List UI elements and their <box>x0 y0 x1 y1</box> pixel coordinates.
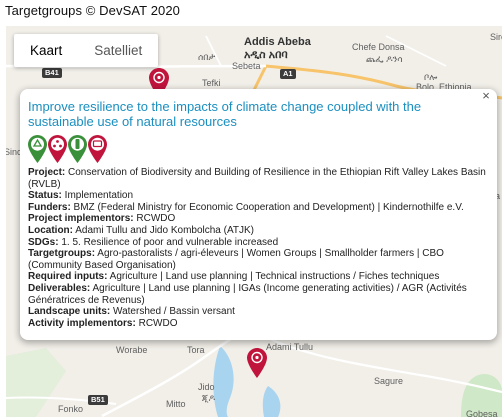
satellite-view-button[interactable]: Satelliet <box>78 34 158 67</box>
place-label: ሰበታ <box>198 52 216 62</box>
map-type-control: Kaart Satelliet <box>14 34 159 67</box>
road-shield-b51: B51 <box>88 395 108 405</box>
road-shield-b41: B41 <box>42 68 62 78</box>
page-title: Targetgroups © DevSAT 2020 <box>5 3 181 18</box>
place-label: Tefki <box>202 78 221 88</box>
field-landscape-units: Landscape units: Watershed / Bassin vers… <box>28 306 235 318</box>
place-label: Sebeta <box>232 61 261 71</box>
close-icon[interactable]: × <box>479 89 493 103</box>
chat-icon <box>88 135 107 163</box>
field-location: Location: Adami Tullu and Jido Kombolcha… <box>28 224 255 236</box>
category-icons <box>28 135 487 163</box>
community-icon <box>48 135 67 163</box>
place-label: Fonko <box>58 404 84 414</box>
place-label: Jido <box>198 382 215 392</box>
place-label: ጂዶ <box>202 393 216 403</box>
place-label: Mitto <box>166 399 186 409</box>
place-label: Worabe <box>116 345 148 355</box>
field-sdgs: SDGs: 1. 5. Resilience of poor and vulne… <box>28 236 279 248</box>
place-label: Gobesa <box>466 409 498 417</box>
place-label: Chefe Donsa <box>352 42 405 52</box>
map-marker[interactable] <box>247 348 267 378</box>
field-funders: Funders: BMZ (Federal Ministry for Econo… <box>28 201 464 213</box>
place-label: Addis Abeba <box>244 36 311 48</box>
info-fields: Project: Conservation of Biodiversity an… <box>28 167 487 329</box>
lake <box>262 386 281 417</box>
field-targetgroups: Targetgroups: Agro-pastoralists / agri-é… <box>28 248 444 271</box>
field-project: Project: Conservation of Biodiversity an… <box>28 167 486 190</box>
info-title: Improve resilience to the impacts of cli… <box>28 99 422 129</box>
road-shield-a1: A1 <box>280 69 296 79</box>
park-area <box>6 348 66 417</box>
field-status: Status: Implementation <box>28 190 134 202</box>
place-label: ቦሎ <box>424 72 438 82</box>
recycle-icon <box>28 135 47 163</box>
lake <box>213 346 234 417</box>
field-activity-implementors: Activity implementors: RCWDO <box>28 317 178 329</box>
place-label: Adami Tullu <box>266 342 314 352</box>
place-label: Sire <box>490 32 502 42</box>
traffic-light-icon <box>68 135 87 163</box>
place-label: Tora <box>187 345 205 355</box>
place-label: ጨፌ ዶንሳ <box>366 54 403 64</box>
field-required-inputs: Required inputs: Agriculture | Land use … <box>28 271 440 283</box>
map-view-button[interactable]: Kaart <box>14 34 78 67</box>
place-label: Sagure <box>374 376 404 386</box>
info-window: × Improve resilience to the impacts of c… <box>20 89 497 340</box>
field-project-implementors: Project implementors: RCWDO <box>28 213 176 225</box>
field-deliverables: Deliverables: Agriculture | Land use pla… <box>28 282 467 306</box>
